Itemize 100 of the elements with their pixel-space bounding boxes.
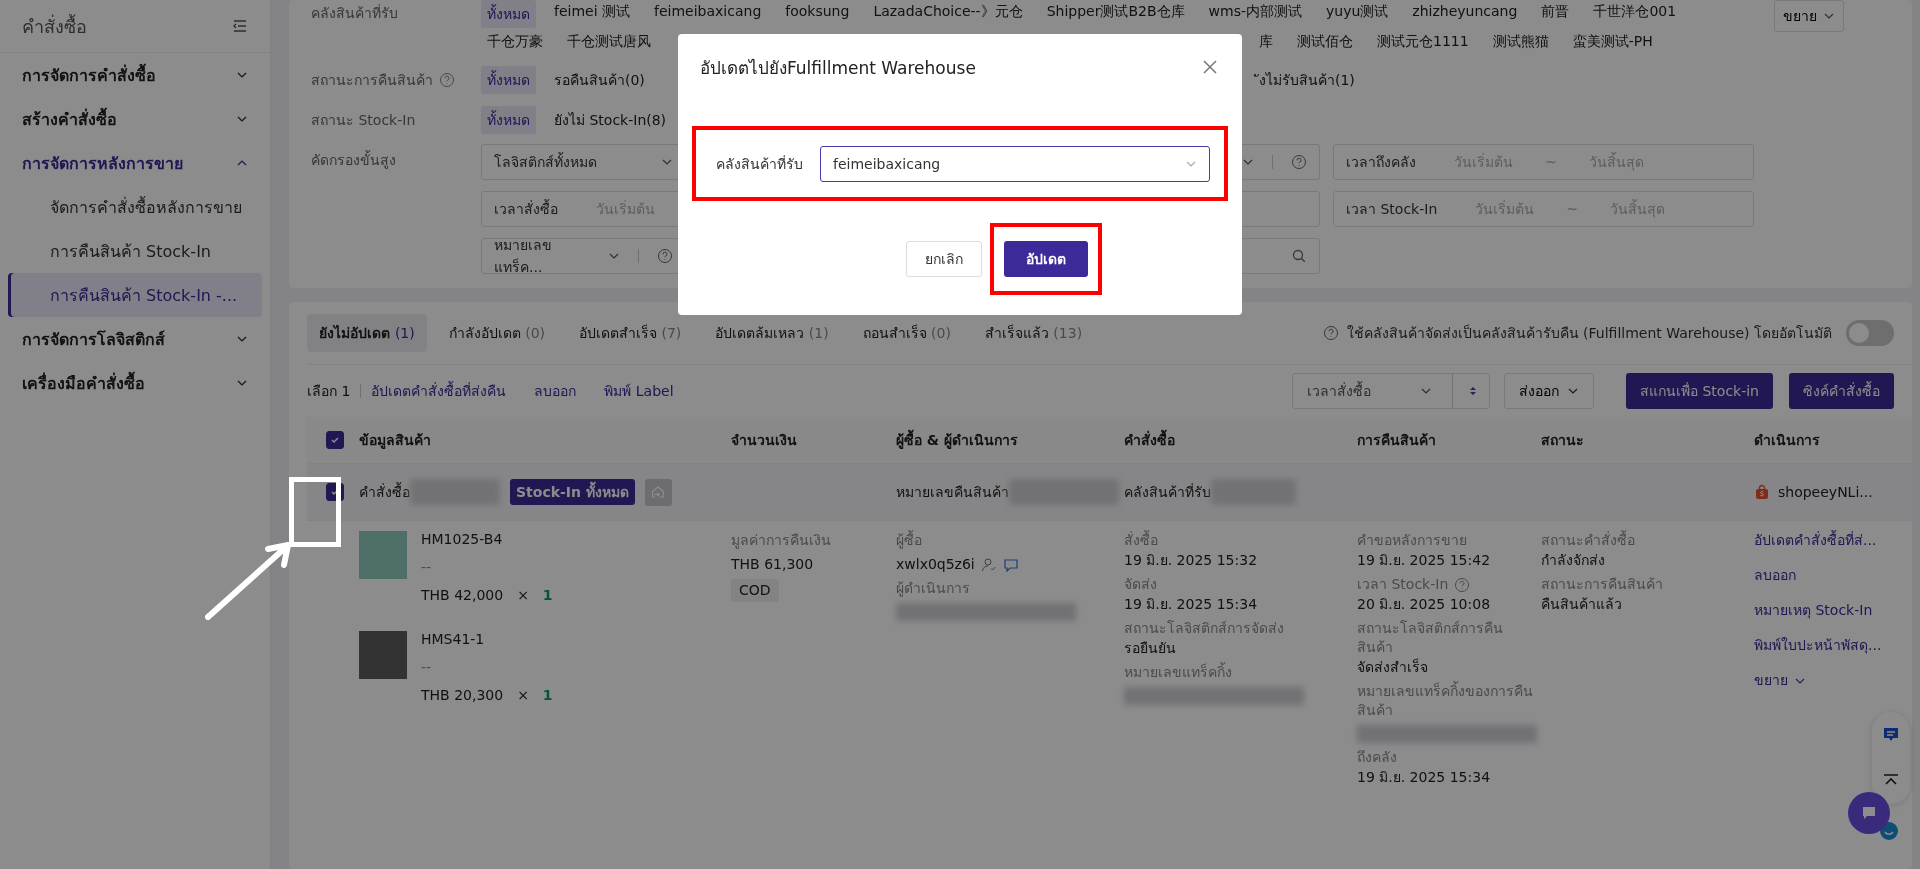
help-icon[interactable]	[1291, 154, 1307, 170]
filter-option[interactable]: 蛮美测试-PH	[1566, 30, 1659, 54]
house-arrow-icon	[650, 484, 667, 500]
filter-option[interactable]: ยังไม่ Stock-In(8)	[548, 106, 673, 134]
filter-option[interactable]: 测试佰仓	[1291, 30, 1359, 54]
toolbar-link[interactable]: อัปเดตคำสั่งซื้อที่ส่งคืน	[371, 380, 507, 402]
product-price: THB 20,300	[421, 687, 504, 703]
status-tab[interactable]: ถอนสำเร็จ (0)	[850, 314, 963, 352]
filter-label: สถานะการคืนสินค้า	[311, 71, 433, 90]
filter-option[interactable]: ทั้งหมด	[481, 66, 536, 94]
filter-label: คัดกรองขั้นสูง	[311, 149, 396, 171]
auto-setting-text: ใช้คลังสินค้าจัดส่งเป็นคลังสินค้ารับคืน (Fulfillment Warehouse) โดยอัตโนมัติ	[1346, 323, 1832, 343]
toolbar-link[interactable]: พิมพ์ Label	[604, 380, 674, 402]
field-label: คลังสินค้าที่รับ	[716, 154, 804, 174]
menu-item[interactable]: จัดการคำสั่งซื้อหลังการขาย	[8, 185, 262, 229]
menu-group[interactable]: การจัดการหลังการขาย	[0, 141, 270, 185]
user-icon[interactable]	[980, 556, 997, 573]
refund-amount: THB 61,300	[731, 555, 814, 574]
filter-option[interactable]: LazadaChoice--》元仓	[867, 0, 1029, 28]
filter-option[interactable]: wms-内部测试	[1202, 0, 1309, 28]
dialog-title: อัปเดตไปยังFulfillment Warehouse	[700, 56, 976, 80]
menu-group[interactable]: การจัดการคำสั่งซื้อ	[0, 53, 270, 97]
filter-option[interactable]: feimei 测试	[548, 0, 637, 28]
help-icon[interactable]	[439, 72, 455, 88]
field-value: 19 มิ.ย. 2025 15:42	[1357, 551, 1491, 570]
filter-option[interactable]: 前晋	[1535, 0, 1576, 28]
filter-option[interactable]: yuyu测试	[1320, 0, 1395, 28]
field-value: กำลังจักส่ง	[1541, 551, 1605, 570]
filter-option[interactable]: รอคืนสินค้า(0)	[548, 66, 651, 94]
field-label: สถานะการคืนสินค้า	[1541, 575, 1663, 594]
toggle-switch[interactable]	[1846, 320, 1894, 346]
product-variant: --	[421, 559, 433, 575]
help-icon[interactable]	[1322, 325, 1339, 341]
export-dropdown[interactable]: ส่งออก	[1504, 373, 1594, 409]
filter-option[interactable]: ังไม่รับสินค้า(1)	[1253, 66, 1361, 94]
column-header: สถานะ	[1541, 431, 1585, 450]
order-label: คำสั่งซื้อ	[359, 481, 410, 502]
payment-tag: COD	[731, 579, 779, 602]
warehouse-select[interactable]: feimeibaxicang	[820, 145, 1210, 182]
field-label: ผู้ซื้อ	[896, 531, 922, 550]
chat-icon[interactable]	[1002, 556, 1019, 573]
more-dropdown[interactable]: ขยาย	[1754, 671, 1806, 690]
primary-button[interactable]: สแกนเพื่อ Stock-in	[1626, 373, 1773, 409]
check-icon	[329, 434, 341, 446]
field-value: 19 มิ.ย. 2025 15:34	[1124, 595, 1258, 614]
cancel-button[interactable]: ยกเลิก	[906, 241, 982, 277]
filter-option[interactable]: ทั้งหมด	[481, 0, 536, 28]
menu-item[interactable]: การคืนสินค้า Stock-In	[8, 229, 262, 273]
filter-option[interactable]: 库	[1253, 30, 1279, 54]
buyer-name: xwlx0q5z6i	[896, 555, 975, 574]
filter-option[interactable]: 千仓测试唐风	[561, 30, 657, 54]
filter-option[interactable]: feimeibaxicang	[648, 0, 768, 28]
filter-option[interactable]: 千世洋仓001	[1587, 0, 1683, 28]
filter-label: คลังสินค้าที่รับ	[311, 3, 398, 23]
filter-option[interactable]: Shipper测试B2B仓库	[1040, 0, 1191, 28]
field-value: 19 มิ.ย. 2025 15:32	[1124, 551, 1258, 570]
status-tab[interactable]: อัปเดตสำเร็จ (7)	[567, 314, 694, 352]
filter-option[interactable]: fooksung	[779, 0, 856, 28]
stock-in-badge: Stock-In ทั้งหมด	[510, 479, 635, 505]
menu-group[interactable]: สร้างคำสั่งซื้อ	[0, 97, 270, 141]
filter-option[interactable]: zhizheyuncang	[1406, 0, 1524, 28]
field-label: มูลค่าการคืนเงิน	[731, 531, 831, 550]
menu-item[interactable]: การคืนสินค้า Stock-In -...	[8, 273, 262, 317]
product-quantity: 1	[542, 687, 553, 703]
product-sku: HM1025-B4	[421, 531, 504, 547]
shop-name: shopeeyNLi...	[1778, 484, 1873, 500]
filter-option[interactable]: 千仓万豪	[481, 30, 549, 54]
expand-dropdown[interactable]: ขยาย	[1774, 0, 1844, 32]
search-icon	[1291, 248, 1307, 264]
status-tab[interactable]: สำเร็จแล้ว (13)	[972, 314, 1095, 352]
checkbox[interactable]	[326, 431, 344, 449]
action-link[interactable]: พิมพ์ใบปะหน้าพัสดุ...	[1754, 636, 1882, 655]
sort-select[interactable]: เวลาสั่งซื้อ	[1292, 373, 1490, 409]
toolbar-link[interactable]: ลบออก	[534, 380, 577, 402]
field-label: สถานะโลจิสติกส์การจัดส่ง	[1124, 619, 1284, 638]
field-label: คำขอหลังการขาย	[1357, 531, 1467, 550]
filter-option[interactable]: 测试熊猫	[1486, 30, 1555, 54]
sidebar-title: คำสั่งซื้อ	[22, 13, 87, 39]
field-label: เวลา Stock-In	[1357, 575, 1449, 594]
primary-button[interactable]: ซิงค์คำสั่งซื้อ	[1789, 373, 1894, 409]
filter-option[interactable]: ทั้งหมด	[481, 106, 536, 134]
selection-count: เลือก 1	[307, 382, 351, 401]
menu-group[interactable]: เครื่องมือคำสั่งซื้อ	[0, 361, 270, 405]
action-link[interactable]: ลบออก	[1754, 566, 1796, 585]
action-link[interactable]: อัปเดตคำสั่งซื้อที่ส่...	[1754, 531, 1877, 550]
filter-option[interactable]: 测试元仓1111	[1371, 30, 1475, 54]
menu-group[interactable]: การจัดการโลจิสติกส์	[0, 317, 270, 361]
return-number-label: หมายเลขคืนสินค้า	[896, 483, 1009, 502]
column-header: ผู้ซื้อ & ผู้ดำเนินการ	[896, 429, 1124, 451]
action-link[interactable]: หมายเหตุ Stock-In	[1754, 601, 1873, 620]
product-variant: --	[421, 659, 433, 675]
status-tab[interactable]: ยังไม่อัปเดต (1)	[307, 314, 427, 352]
status-tab[interactable]: อัปเดตล้มเหลว (1)	[703, 314, 841, 352]
collapse-menu-icon[interactable]	[232, 18, 248, 34]
status-tab[interactable]: กำลังอัปเดต (0)	[436, 314, 557, 352]
column-header: ดำเนินการ	[1754, 431, 1821, 450]
update-button[interactable]: อัปเดต	[1004, 241, 1088, 277]
help-icon[interactable]	[1454, 576, 1471, 593]
field-label: สั่งซื้อ	[1124, 531, 1158, 550]
help-icon[interactable]	[657, 248, 673, 264]
